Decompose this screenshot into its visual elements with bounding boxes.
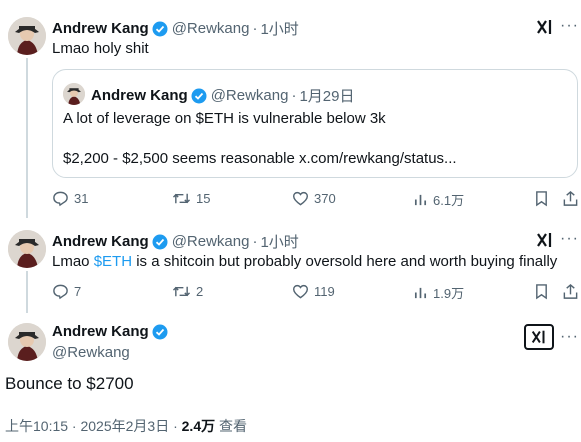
bookmark-icon [536, 191, 547, 207]
display-name[interactable]: Andrew Kang [52, 233, 149, 250]
reply-button[interactable]: 7 [52, 283, 81, 300]
views-count: 1.9万 [433, 286, 465, 301]
views-count: 6.1万 [433, 193, 465, 208]
repost-button[interactable]: 2 [172, 283, 203, 300]
grok-icon[interactable] [535, 17, 555, 37]
share-button[interactable] [562, 283, 579, 300]
display-name[interactable]: Andrew Kang [52, 20, 149, 37]
verified-badge-icon [152, 21, 168, 37]
verified-badge-icon [152, 234, 168, 250]
repost-button[interactable]: 15 [172, 190, 210, 207]
quoted-avatar [63, 83, 85, 105]
share-icon [563, 190, 578, 206]
tweet-text: Lmao $ETH is a shitcoin but probably ove… [52, 253, 557, 270]
more-icon[interactable]: ··· [560, 18, 579, 34]
reply-count: 31 [74, 191, 89, 206]
repost-count: 2 [196, 284, 204, 299]
views-icon [414, 287, 427, 299]
handle[interactable]: @Rewkang [172, 20, 250, 37]
quoted-text-line-1: A lot of leverage on $ETH is vulnerable … [63, 110, 386, 127]
cashtag-link[interactable]: $ETH [94, 253, 132, 270]
tweet-text: Lmao holy shit [52, 40, 149, 57]
timestamp[interactable]: 1小时 [260, 231, 298, 252]
tweet-actions: 31 15 370 6.1万 [52, 190, 580, 212]
views-label: 查看 [215, 418, 247, 434]
tweet-meta: 上午10:15 · 2025年2月3日 · 2.4万 查看 [5, 416, 247, 436]
bookmark-icon [536, 284, 547, 300]
quoted-tweet[interactable]: Andrew Kang @Rewkang · 1月29日 A lot of le… [52, 69, 578, 178]
separator-dot: · [252, 233, 258, 250]
quoted-display-name: Andrew Kang [91, 87, 188, 104]
handle[interactable]: @Rewkang [172, 233, 250, 250]
reply-icon [53, 191, 68, 207]
like-button[interactable]: 119 [292, 283, 335, 300]
verified-badge-icon [152, 324, 168, 340]
share-icon [563, 283, 578, 299]
quoted-tweet-header: Andrew Kang @Rewkang · 1月29日 [91, 85, 354, 106]
views-count: 2.4万 [181, 418, 216, 434]
thread-line [26, 271, 28, 313]
like-icon [292, 284, 309, 299]
separator-dot: · [291, 87, 297, 104]
views-button[interactable]: 1.9万 [413, 283, 464, 302]
like-button[interactable]: 370 [292, 190, 336, 207]
timestamp-date[interactable]: 上午10:15 · 2025年2月3日 · [5, 418, 182, 434]
separator-dot: · [252, 20, 258, 37]
avatar[interactable] [8, 17, 46, 55]
bookmark-button[interactable] [534, 283, 549, 300]
reply-count: 7 [74, 284, 82, 299]
main-tweet-text: Bounce to $2700 [5, 374, 134, 393]
tweet-text-before: Lmao [52, 253, 94, 270]
grok-icon[interactable] [535, 230, 555, 250]
timestamp[interactable]: 1小时 [260, 18, 298, 39]
like-count: 370 [314, 191, 336, 206]
quoted-text-line-2: $2,200 - $2,500 seems reasonable x.com/r… [63, 150, 457, 167]
views-icon [414, 194, 427, 206]
tweet-header: Andrew Kang @Rewkang · 1小时 [52, 18, 299, 39]
more-icon[interactable]: ··· [560, 329, 579, 345]
more-icon[interactable]: ··· [560, 231, 579, 247]
tweet-text-after: is a shitcoin but probably oversold here… [132, 253, 558, 270]
like-count: 119 [314, 284, 335, 299]
repost-count: 15 [196, 191, 211, 206]
views-button[interactable]: 6.1万 [413, 190, 464, 209]
tweet-actions: 7 2 119 1.9万 [52, 283, 580, 305]
handle[interactable]: @Rewkang [52, 344, 130, 361]
grok-icon[interactable] [524, 324, 554, 350]
avatar[interactable] [8, 230, 46, 268]
thread-line [26, 58, 28, 218]
repost-icon [172, 193, 191, 204]
reply-icon [53, 284, 68, 300]
quoted-timestamp: 1月29日 [299, 88, 355, 105]
display-name[interactable]: Andrew Kang [52, 323, 149, 340]
avatar[interactable] [8, 323, 46, 361]
bookmark-button[interactable] [534, 190, 549, 207]
tweet-header: Andrew Kang @Rewkang · 1小时 [52, 231, 299, 252]
share-button[interactable] [562, 190, 579, 207]
like-icon [292, 191, 309, 206]
main-tweet-header: Andrew Kang [52, 323, 172, 340]
reply-button[interactable]: 31 [52, 190, 88, 207]
quoted-handle: @Rewkang [210, 87, 289, 104]
verified-badge-icon [191, 88, 207, 104]
repost-icon [172, 286, 191, 297]
